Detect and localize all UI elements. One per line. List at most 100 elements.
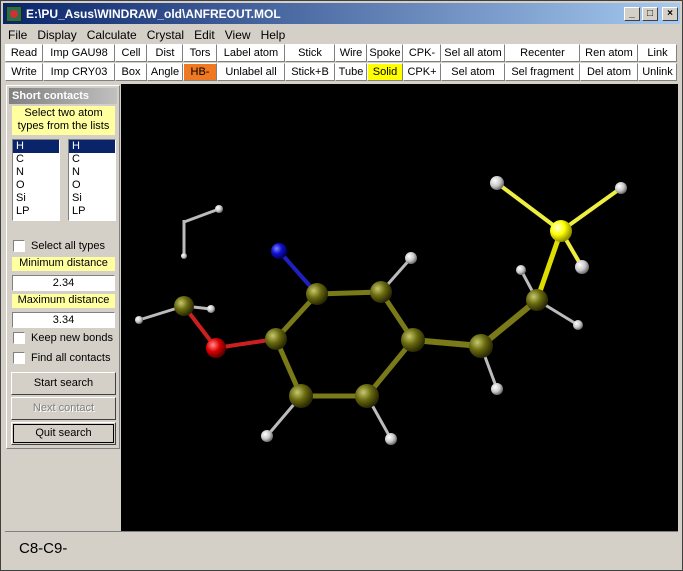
maximize-icon[interactable]: □: [642, 6, 658, 21]
list-item[interactable]: N: [13, 166, 59, 179]
quit-search-button[interactable]: Quit search: [11, 422, 116, 445]
list-item[interactable]: C: [69, 153, 115, 166]
find-all-contacts-label: Find all contacts: [31, 352, 111, 364]
toolbar-button-cpk[interactable]: CPK-: [403, 44, 441, 62]
toolbar-button-cpk[interactable]: CPK+: [403, 63, 441, 81]
toolbar-button-imp-gau98[interactable]: Imp GAU98: [43, 44, 115, 62]
toolbar-button-stick[interactable]: Stick: [285, 44, 335, 62]
list-item[interactable]: H: [69, 140, 115, 153]
menu-edit[interactable]: Edit: [189, 28, 220, 42]
carbon-atom[interactable]: [526, 289, 548, 311]
carbon-atom[interactable]: [469, 334, 493, 358]
molecule-viewport[interactable]: [121, 84, 678, 531]
toolbar-button-ren-atom[interactable]: Ren atom: [580, 44, 638, 62]
toolbar-button-imp-cry03[interactable]: Imp CRY03: [43, 63, 115, 81]
toolbar-button-dist[interactable]: Dist: [147, 44, 183, 62]
toolbar-button-read[interactable]: Read: [5, 44, 43, 62]
minimum-distance-label: Minimum distance: [12, 257, 115, 271]
list-item[interactable]: O: [69, 179, 115, 192]
hydrogen-atom[interactable]: [491, 383, 503, 395]
list-item[interactable]: Si: [13, 192, 59, 205]
molecule-render[interactable]: [121, 84, 678, 531]
toolbar-button-unlink[interactable]: Unlink: [638, 63, 677, 81]
hydrogen-atom[interactable]: [181, 253, 187, 259]
list-item[interactable]: N: [69, 166, 115, 179]
carbon-atom[interactable]: [289, 384, 313, 408]
toolbar-button-unlabel-all[interactable]: Unlabel all: [217, 63, 285, 81]
toolbar-button-angle[interactable]: Angle: [147, 63, 183, 81]
toolbar-row-1: Read Imp GAU98 Cell Dist Tors Label atom Stick…: [5, 44, 677, 62]
toolbar-button-stick-b[interactable]: Stick+B: [285, 63, 335, 81]
menu-calculate[interactable]: Calculate: [82, 28, 142, 42]
hydrogen-atom[interactable]: [215, 205, 223, 213]
hydrogen-atom[interactable]: [261, 430, 273, 442]
list-item[interactable]: LP: [13, 205, 59, 218]
toolbar-button-tube[interactable]: Tube: [335, 63, 367, 81]
menu-file[interactable]: File: [3, 28, 32, 42]
toolbar-grid: Read Imp GAU98 Cell Dist Tors Label atom Stick…: [5, 44, 677, 81]
hydrogen-atom[interactable]: [573, 320, 583, 330]
silicon-atom[interactable]: [550, 220, 572, 242]
minimize-icon[interactable]: _: [624, 6, 640, 21]
menu-display[interactable]: Display: [32, 28, 81, 42]
toolbar-button-box[interactable]: Box: [115, 63, 147, 81]
toolbar-button-recenter[interactable]: Recenter: [505, 44, 580, 62]
title-bar[interactable]: E:\PU_Asus\WINDRAW_old\ANFREOUT.MOL _ □ …: [3, 3, 680, 24]
hydrogen-atom[interactable]: [490, 176, 504, 190]
checkbox-box[interactable]: [13, 352, 25, 364]
toolbar-button-spoke[interactable]: Spoke: [367, 44, 403, 62]
carbon-atom[interactable]: [401, 328, 425, 352]
toolbar-button-link[interactable]: Link: [638, 44, 677, 62]
toolbar-button-tors[interactable]: Tors: [183, 44, 217, 62]
atom-type-list-a[interactable]: H C N O Si LP: [12, 139, 60, 221]
menu-help[interactable]: Help: [256, 28, 291, 42]
carbon-atom[interactable]: [306, 283, 328, 305]
hydrogen-atom[interactable]: [135, 316, 143, 324]
list-item[interactable]: H: [13, 140, 59, 153]
start-search-button[interactable]: Start search: [11, 372, 116, 395]
hydrogen-atom[interactable]: [405, 252, 417, 264]
hydrogen-atom[interactable]: [615, 182, 627, 194]
hydrogen-atom[interactable]: [207, 305, 215, 313]
select-all-types-checkbox[interactable]: Select all types: [13, 240, 105, 252]
status-bar: C8-C9-: [5, 531, 678, 567]
list-item[interactable]: O: [13, 179, 59, 192]
keep-new-bonds-checkbox[interactable]: Keep new bonds: [13, 332, 113, 344]
checkbox-box[interactable]: [13, 240, 25, 252]
find-all-contacts-checkbox[interactable]: Find all contacts: [13, 352, 110, 364]
toolbar-button-sel-atom[interactable]: Sel atom: [441, 63, 505, 81]
list-item[interactable]: LP: [69, 205, 115, 218]
toolbar-button-hb[interactable]: HB-: [183, 63, 217, 81]
carbon-atom[interactable]: [355, 384, 379, 408]
hydrogen-atom[interactable]: [516, 265, 526, 275]
carbon-atom[interactable]: [265, 328, 287, 350]
carbon-atom[interactable]: [174, 296, 194, 316]
toolbar-button-solid[interactable]: Solid: [367, 63, 403, 81]
toolbar-button-del-atom[interactable]: Del atom: [580, 63, 638, 81]
atom-type-list-b[interactable]: H C N O Si LP: [68, 139, 116, 221]
toolbar-button-wire[interactable]: Wire: [335, 44, 367, 62]
list-item[interactable]: C: [13, 153, 59, 166]
keep-new-bonds-label: Keep new bonds: [31, 332, 113, 344]
toolbar-button-cell[interactable]: Cell: [115, 44, 147, 62]
hydrogen-atom[interactable]: [575, 260, 589, 274]
oxygen-atom[interactable]: [206, 338, 226, 358]
toolbar-button-sel-all-atom[interactable]: Sel all atom: [441, 44, 505, 62]
hydrogen-atom[interactable]: [385, 433, 397, 445]
maximum-distance-input[interactable]: 3.34: [12, 312, 115, 328]
toolbar-button-write[interactable]: Write: [5, 63, 43, 81]
checkbox-box[interactable]: [13, 332, 25, 344]
toolbar-button-sel-fragment[interactable]: Sel fragment: [505, 63, 580, 81]
carbon-atom[interactable]: [370, 281, 392, 303]
list-item[interactable]: Si: [69, 192, 115, 205]
next-contact-button[interactable]: Next contact: [11, 397, 116, 420]
app-icon[interactable]: [6, 5, 22, 22]
minimum-distance-input[interactable]: 2.34: [12, 275, 115, 291]
menu-crystal[interactable]: Crystal: [142, 28, 189, 42]
close-icon[interactable]: ×: [662, 6, 678, 21]
bond: [495, 181, 563, 233]
toolbar-button-label-atom[interactable]: Label atom: [217, 44, 285, 62]
menu-view[interactable]: View: [220, 28, 256, 42]
toolbar-row-2: Write Imp CRY03 Box Angle HB- Unlabel all Stic…: [5, 63, 677, 81]
nitrogen-atom[interactable]: [271, 243, 287, 259]
